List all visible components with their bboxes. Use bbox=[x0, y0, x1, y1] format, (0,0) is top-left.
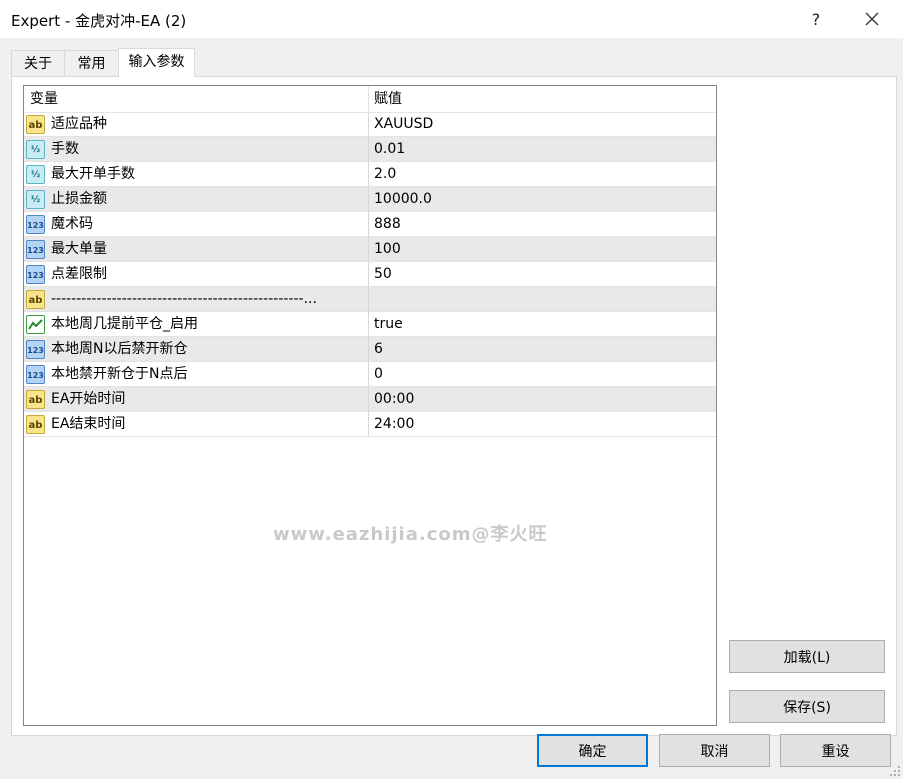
cell-divider bbox=[368, 262, 369, 287]
cell-divider bbox=[368, 312, 369, 337]
parameter-name: ----------------------------------------… bbox=[51, 291, 317, 307]
table-row[interactable]: 123 魔术码 888 bbox=[24, 212, 716, 237]
parameters-grid: 变量 赋值 ab 适应品种 XAUUSD ½ 手数 0.01 ½ 最大开单手数 2.0 ½ 止损金额… bbox=[23, 85, 717, 726]
parameter-name: 适应品种 bbox=[51, 116, 107, 132]
123-integer-icon: 123 bbox=[26, 340, 45, 359]
cell-divider bbox=[368, 237, 369, 262]
parameter-value[interactable]: XAUUSD bbox=[374, 112, 433, 137]
cell-divider bbox=[368, 162, 369, 187]
ab-string-icon: ab bbox=[26, 115, 45, 134]
table-row[interactable]: 本地周几提前平仓_启用 true bbox=[24, 312, 716, 337]
tab-common[interactable]: 常用 bbox=[64, 50, 119, 76]
cancel-button[interactable]: 取消 bbox=[659, 734, 770, 767]
parameter-value[interactable]: 6 bbox=[374, 337, 383, 362]
column-header-value[interactable]: 赋值 bbox=[374, 86, 402, 112]
123-integer-icon: 123 bbox=[26, 215, 45, 234]
table-row[interactable]: 123 最大单量 100 bbox=[24, 237, 716, 262]
parameter-value[interactable]: 0 bbox=[374, 362, 383, 387]
parameter-name: 本地禁开新仓于N点后 bbox=[51, 366, 188, 382]
cell-divider bbox=[368, 337, 369, 362]
half-double-icon: ½ bbox=[26, 140, 45, 159]
bool-icon bbox=[26, 315, 45, 334]
half-double-icon: ½ bbox=[26, 190, 45, 209]
parameter-value[interactable]: 0.01 bbox=[374, 137, 405, 162]
column-header-variable[interactable]: 变量 bbox=[30, 86, 58, 112]
tab-inputs[interactable]: 输入参数 bbox=[118, 48, 195, 77]
cell-divider bbox=[368, 112, 369, 137]
cell-divider bbox=[368, 412, 369, 437]
parameter-value[interactable]: 00:00 bbox=[374, 387, 414, 412]
cell-divider bbox=[368, 362, 369, 387]
ab-string-icon: ab bbox=[26, 390, 45, 409]
parameter-name: 魔术码 bbox=[51, 216, 93, 232]
table-row[interactable]: ab 适应品种 XAUUSD bbox=[24, 112, 716, 137]
table-row[interactable]: ½ 手数 0.01 bbox=[24, 137, 716, 162]
reset-button[interactable]: 重设 bbox=[780, 734, 891, 767]
123-integer-icon: 123 bbox=[26, 240, 45, 259]
save-button[interactable]: 保存(S) bbox=[729, 690, 885, 723]
parameter-value[interactable]: 50 bbox=[374, 262, 392, 287]
parameter-value[interactable]: true bbox=[374, 312, 403, 337]
parameter-value[interactable]: 2.0 bbox=[374, 162, 396, 187]
parameter-name: 本地周几提前平仓_启用 bbox=[51, 316, 198, 332]
123-integer-icon: 123 bbox=[26, 265, 45, 284]
parameter-value[interactable]: 24:00 bbox=[374, 412, 414, 437]
table-row[interactable]: 123 本地周N以后禁开新仓 6 bbox=[24, 337, 716, 362]
parameter-name: EA开始时间 bbox=[51, 391, 126, 407]
parameter-value[interactable]: 100 bbox=[374, 237, 401, 262]
help-button[interactable]: ? bbox=[788, 0, 844, 38]
table-row[interactable]: ½ 止损金额 10000.0 bbox=[24, 187, 716, 212]
parameter-name: 手数 bbox=[51, 141, 79, 157]
window-title: Expert - 金虎对冲-EA (2) bbox=[11, 12, 187, 30]
column-divider[interactable] bbox=[368, 86, 369, 112]
parameter-name: 最大开单手数 bbox=[51, 166, 135, 182]
cell-divider bbox=[368, 137, 369, 162]
123-integer-icon: 123 bbox=[26, 365, 45, 384]
cell-divider bbox=[368, 212, 369, 237]
title-bar: Expert - 金虎对冲-EA (2) ? bbox=[0, 0, 903, 38]
resize-grip-icon[interactable] bbox=[889, 765, 901, 777]
ab-string-icon: ab bbox=[26, 290, 45, 309]
expert-dialog: Expert - 金虎对冲-EA (2) ? 关于 常用 输入参数 变量 赋值 … bbox=[0, 0, 903, 779]
table-row[interactable]: ½ 最大开单手数 2.0 bbox=[24, 162, 716, 187]
parameter-name: 最大单量 bbox=[51, 241, 107, 257]
table-row[interactable]: ab EA结束时间 24:00 bbox=[24, 412, 716, 437]
cell-divider bbox=[368, 387, 369, 412]
close-icon bbox=[865, 12, 879, 26]
parameter-name: 点差限制 bbox=[51, 266, 107, 282]
parameter-name: EA结束时间 bbox=[51, 416, 126, 432]
table-row[interactable]: 123 点差限制 50 bbox=[24, 262, 716, 287]
parameter-value[interactable]: 888 bbox=[374, 212, 401, 237]
grid-header: 变量 赋值 bbox=[24, 86, 716, 113]
ok-button[interactable]: 确定 bbox=[537, 734, 648, 767]
tab-about[interactable]: 关于 bbox=[11, 50, 65, 76]
table-row[interactable]: ab --------------------------------------… bbox=[24, 287, 716, 312]
cell-divider bbox=[368, 287, 369, 312]
parameter-name: 本地周N以后禁开新仓 bbox=[51, 341, 188, 357]
load-button[interactable]: 加载(L) bbox=[729, 640, 885, 673]
watermark: www.eazhijia.com@李火旺 bbox=[273, 524, 548, 545]
ab-string-icon: ab bbox=[26, 415, 45, 434]
parameter-name: 止损金额 bbox=[51, 191, 107, 207]
close-button[interactable] bbox=[844, 0, 900, 38]
half-double-icon: ½ bbox=[26, 165, 45, 184]
cell-divider bbox=[368, 187, 369, 212]
parameter-value[interactable]: 10000.0 bbox=[374, 187, 432, 212]
table-row[interactable]: ab EA开始时间 00:00 bbox=[24, 387, 716, 412]
table-row[interactable]: 123 本地禁开新仓于N点后 0 bbox=[24, 362, 716, 387]
